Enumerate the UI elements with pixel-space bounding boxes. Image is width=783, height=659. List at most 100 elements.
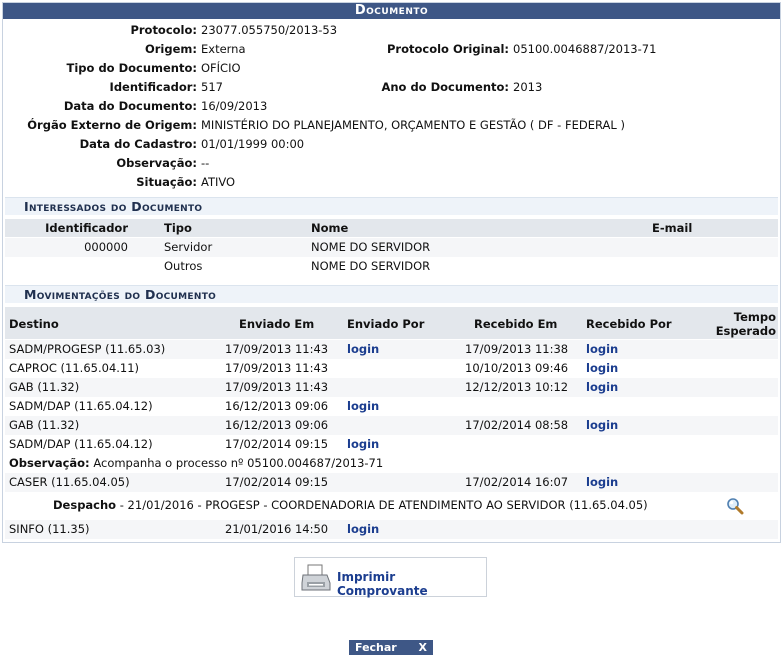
table-row: CASER (11.65.04.05) 17/02/2014 09:15 17/…: [5, 473, 778, 492]
field-label: Situação:: [136, 175, 197, 189]
cell-enviado-em: 17/02/2014 09:15: [225, 437, 329, 451]
field-orgao: Órgão Externo de Origem: MINISTÉRIO DO PL…: [3, 117, 625, 134]
table-row: GAB (11.32) 16/12/2013 09:06 17/02/2014 …: [5, 416, 778, 435]
document-fields: Protocolo: 23077.055750/2013-53 Origem: Ex…: [3, 19, 780, 197]
enviado-por-link[interactable]: login: [347, 340, 379, 359]
observacao-value: Acompanha o processo nº 05100.004687/201…: [93, 456, 384, 470]
table-row: 000000 Servidor NOME DO SERVIDOR: [5, 238, 778, 257]
print-button-label: Imprimir Comprovante: [337, 570, 428, 598]
cell-recebido-em: 12/12/2013 10:12: [465, 380, 569, 394]
cell-destino: SADM/DAP (11.65.04.12): [9, 437, 153, 451]
observacao-label: Observação:: [9, 456, 90, 470]
cell-destino: GAB (11.32): [9, 418, 80, 432]
recebido-por-link[interactable]: login: [586, 340, 618, 359]
observacao-text: Observação: Acompanha o processo nº 0510…: [9, 454, 383, 473]
field-value: --: [201, 156, 210, 170]
magnifier-icon[interactable]: [726, 497, 744, 515]
cell-destino: CASER (11.65.04.05): [9, 475, 130, 489]
field-label: Observação:: [116, 156, 197, 170]
col-recebido-por: Recebido Por: [586, 317, 672, 331]
interessados-header: Identificador Tipo Nome E-mail: [5, 219, 778, 237]
panel-caption: Documento: [3, 3, 780, 19]
field-value: 01/01/1999 00:00: [201, 137, 305, 151]
close-icon: X: [418, 641, 427, 654]
close-button-label: Fechar: [355, 641, 397, 654]
movimentacoes-header: Destino Enviado Em Enviado Por Recebido …: [5, 307, 778, 339]
col-recebido-em: Recebido Em: [474, 317, 558, 331]
print-receipt-button[interactable]: Imprimir Comprovante: [294, 557, 487, 598]
cell-nome: NOME DO SERVIDOR: [311, 240, 431, 254]
field-label: Origem:: [144, 42, 197, 56]
cell-enviado-em: 16/12/2013 09:06: [225, 418, 329, 432]
enviado-por-link[interactable]: login: [347, 397, 379, 416]
col-nome: Nome: [311, 221, 349, 235]
despacho-value: - 21/01/2016 - PROGESP - COORDENADORIA D…: [119, 498, 648, 512]
recebido-por-link[interactable]: login: [586, 378, 618, 397]
field-protocolo-original: Protocolo Original: 05100.0046887/2013-71: [303, 41, 656, 58]
table-row: SADM/DAP (11.65.04.12) 17/02/2014 09:15 …: [5, 435, 778, 454]
field-value: 517: [201, 80, 223, 94]
field-ano: Ano do Documento: 2013: [303, 79, 542, 96]
field-label: Identificador:: [109, 80, 197, 94]
col-enviado-por: Enviado Por: [347, 317, 425, 331]
document-panel: Documento Protocolo: 23077.055750/2013-53…: [2, 2, 781, 543]
cell-tipo: Outros: [164, 259, 203, 273]
recebido-por-link[interactable]: login: [586, 416, 618, 435]
recebido-por-link[interactable]: login: [586, 473, 618, 492]
printer-icon: [300, 563, 332, 593]
cell-recebido-em: 17/02/2014 08:58: [465, 418, 569, 432]
field-value: 23077.055750/2013-53: [201, 23, 338, 37]
field-label: Protocolo:: [130, 23, 197, 37]
recebido-por-link[interactable]: login: [586, 359, 618, 378]
cell-destino: SINFO (11.35): [9, 522, 90, 536]
cell-enviado-em: 16/12/2013 09:06: [225, 399, 329, 413]
col-enviado-em: Enviado Em: [239, 317, 315, 331]
cell-recebido-em: 17/02/2014 16:07: [465, 475, 569, 489]
table-row: SINFO (11.35) 21/01/2016 14:50 login: [5, 520, 778, 539]
col-tipo: Tipo: [164, 221, 192, 235]
cell-enviado-em: 17/02/2014 09:15: [225, 475, 329, 489]
field-origem: Origem: Externa: [3, 41, 246, 58]
field-value: Externa: [201, 42, 246, 56]
field-label: Protocolo Original:: [386, 42, 509, 56]
col-email: E-mail: [652, 221, 693, 235]
field-label: Tipo do Documento:: [66, 61, 197, 75]
field-identificador: Identificador: 517: [3, 79, 223, 96]
close-button[interactable]: Fechar X: [349, 640, 433, 655]
cell-tipo: Servidor: [164, 240, 213, 254]
col-tempo: Tempo: [733, 310, 776, 324]
col-destino: Destino: [9, 317, 59, 331]
field-tipo: Tipo do Documento: OFÍCIO: [3, 60, 241, 77]
field-data-documento: Data do Documento: 16/09/2013: [3, 98, 267, 115]
despacho-row: Despacho - 21/01/2016 - PROGESP - COORDE…: [5, 492, 778, 518]
despacho-label: Despacho: [53, 498, 117, 512]
cell-enviado-em: 21/01/2016 14:50: [225, 522, 329, 536]
field-value: 05100.0046887/2013-71: [513, 42, 657, 56]
col-identificador: Identificador: [45, 221, 128, 235]
interessados-title: Interessados do Documento: [5, 197, 778, 215]
cell-identificador: 000000: [84, 240, 128, 254]
table-row: CAPROC (11.65.04.11) 17/09/2013 11:43 10…: [5, 359, 778, 378]
field-label: Data do Cadastro:: [79, 137, 197, 151]
cell-destino: CAPROC (11.65.04.11): [9, 361, 140, 375]
field-value: 16/09/2013: [201, 99, 268, 113]
observacao-row: Observação: Acompanha o processo nº 0510…: [5, 454, 778, 473]
field-value: MINISTÉRIO DO PLANEJAMENTO, ORÇAMENTO E …: [201, 118, 625, 132]
field-label: Data do Documento:: [63, 99, 197, 113]
despacho-text: Despacho - 21/01/2016 - PROGESP - COORDE…: [53, 492, 648, 518]
cell-enviado-em: 17/09/2013 11:43: [225, 380, 329, 394]
cell-nome: NOME DO SERVIDOR: [311, 259, 431, 273]
table-row: GAB (11.32) 17/09/2013 11:43 12/12/2013 …: [5, 378, 778, 397]
cell-destino: GAB (11.32): [9, 380, 80, 394]
table-row: SADM/DAP (11.65.04.12) 16/12/2013 09:06 …: [5, 397, 778, 416]
movimentacoes-title: Movimentações do Documento: [5, 285, 778, 303]
field-label: Ano do Documento:: [381, 80, 509, 94]
enviado-por-link[interactable]: login: [347, 520, 379, 539]
field-value: 2013: [513, 80, 543, 94]
cell-recebido-em: 17/09/2013 11:38: [465, 342, 569, 356]
cell-recebido-em: 10/10/2013 09:46: [465, 361, 569, 375]
field-value: ATIVO: [201, 175, 236, 189]
col-esperado: Esperado: [715, 324, 776, 338]
cell-enviado-em: 17/09/2013 11:43: [225, 361, 329, 375]
enviado-por-link[interactable]: login: [347, 435, 379, 454]
